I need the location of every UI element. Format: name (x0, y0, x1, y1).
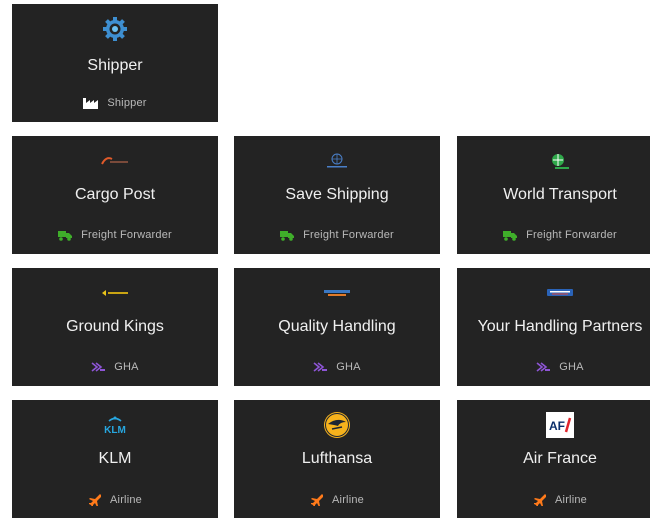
card-role: Airline (457, 493, 650, 506)
card-title: Lufthansa (301, 450, 373, 467)
card-title: Quality Handling (278, 318, 396, 335)
handling-icon (91, 361, 106, 373)
card-shipper[interactable]: Shipper Shipper (12, 4, 218, 122)
card-role-label: Airline (332, 493, 364, 506)
card-role-label: Airline (555, 493, 587, 506)
air-france-logo: AF (457, 410, 650, 440)
card-role-label: Freight Forwarder (81, 229, 172, 241)
card-title: Your Handling Partners (477, 318, 643, 335)
card-quality-handling[interactable]: Quality Handling GHA (234, 268, 440, 386)
card-role: GHA (234, 361, 440, 373)
svg-text:AF: AF (549, 419, 565, 433)
card-role: GHA (457, 361, 650, 373)
truck-icon (58, 230, 73, 241)
ground-kings-logo (12, 278, 218, 308)
lufthansa-logo (234, 410, 440, 440)
svg-text:KLM: KLM (104, 425, 126, 435)
card-your-handling-partners[interactable]: Your Handling Partners GHA (457, 268, 650, 386)
your-handling-partners-logo (457, 278, 650, 308)
card-title: Shipper (87, 57, 143, 74)
card-role: Shipper (12, 97, 218, 109)
truck-icon (280, 230, 295, 241)
cargo-post-logo (12, 146, 218, 176)
card-klm[interactable]: KLM KLM Airline (12, 400, 218, 518)
card-title: Save Shipping (285, 186, 389, 203)
airplane-icon (310, 493, 324, 506)
card-role-label: Freight Forwarder (303, 229, 394, 241)
card-role-label: Freight Forwarder (526, 229, 617, 241)
airplane-icon (533, 493, 547, 506)
card-title: KLM (98, 450, 132, 467)
card-save-shipping[interactable]: Save Shipping Freight Forwarder (234, 136, 440, 254)
save-shipping-logo (234, 146, 440, 176)
card-cargo-post[interactable]: Cargo Post Freight Forwarder (12, 136, 218, 254)
gear-icon (12, 14, 218, 44)
card-ground-kings[interactable]: Ground Kings GHA (12, 268, 218, 386)
card-role-label: GHA (559, 361, 584, 373)
handling-icon (313, 361, 328, 373)
quality-handling-logo (234, 278, 440, 308)
card-role: Airline (12, 493, 218, 506)
klm-logo: KLM (12, 410, 218, 440)
card-role-label: GHA (336, 361, 361, 373)
card-air-france[interactable]: AF Air France Airline (457, 400, 650, 518)
handling-icon (536, 361, 551, 373)
card-title: Air France (523, 450, 597, 467)
card-lufthansa[interactable]: Lufthansa Airline (234, 400, 440, 518)
card-role: Airline (234, 493, 440, 506)
card-title: Ground Kings (66, 318, 164, 335)
truck-icon (503, 230, 518, 241)
world-transport-logo (457, 146, 650, 176)
card-role: Freight Forwarder (457, 229, 650, 241)
card-world-transport[interactable]: World Transport Freight Forwarder (457, 136, 650, 254)
card-role: Freight Forwarder (234, 229, 440, 241)
card-role-label: Shipper (107, 97, 147, 109)
card-role-label: Airline (110, 493, 142, 506)
card-title: Cargo Post (74, 186, 156, 203)
card-role: GHA (12, 361, 218, 373)
card-title: World Transport (503, 186, 617, 203)
airplane-icon (88, 493, 102, 506)
factory-icon (83, 97, 99, 109)
card-role: Freight Forwarder (12, 229, 218, 241)
card-role-label: GHA (114, 361, 139, 373)
